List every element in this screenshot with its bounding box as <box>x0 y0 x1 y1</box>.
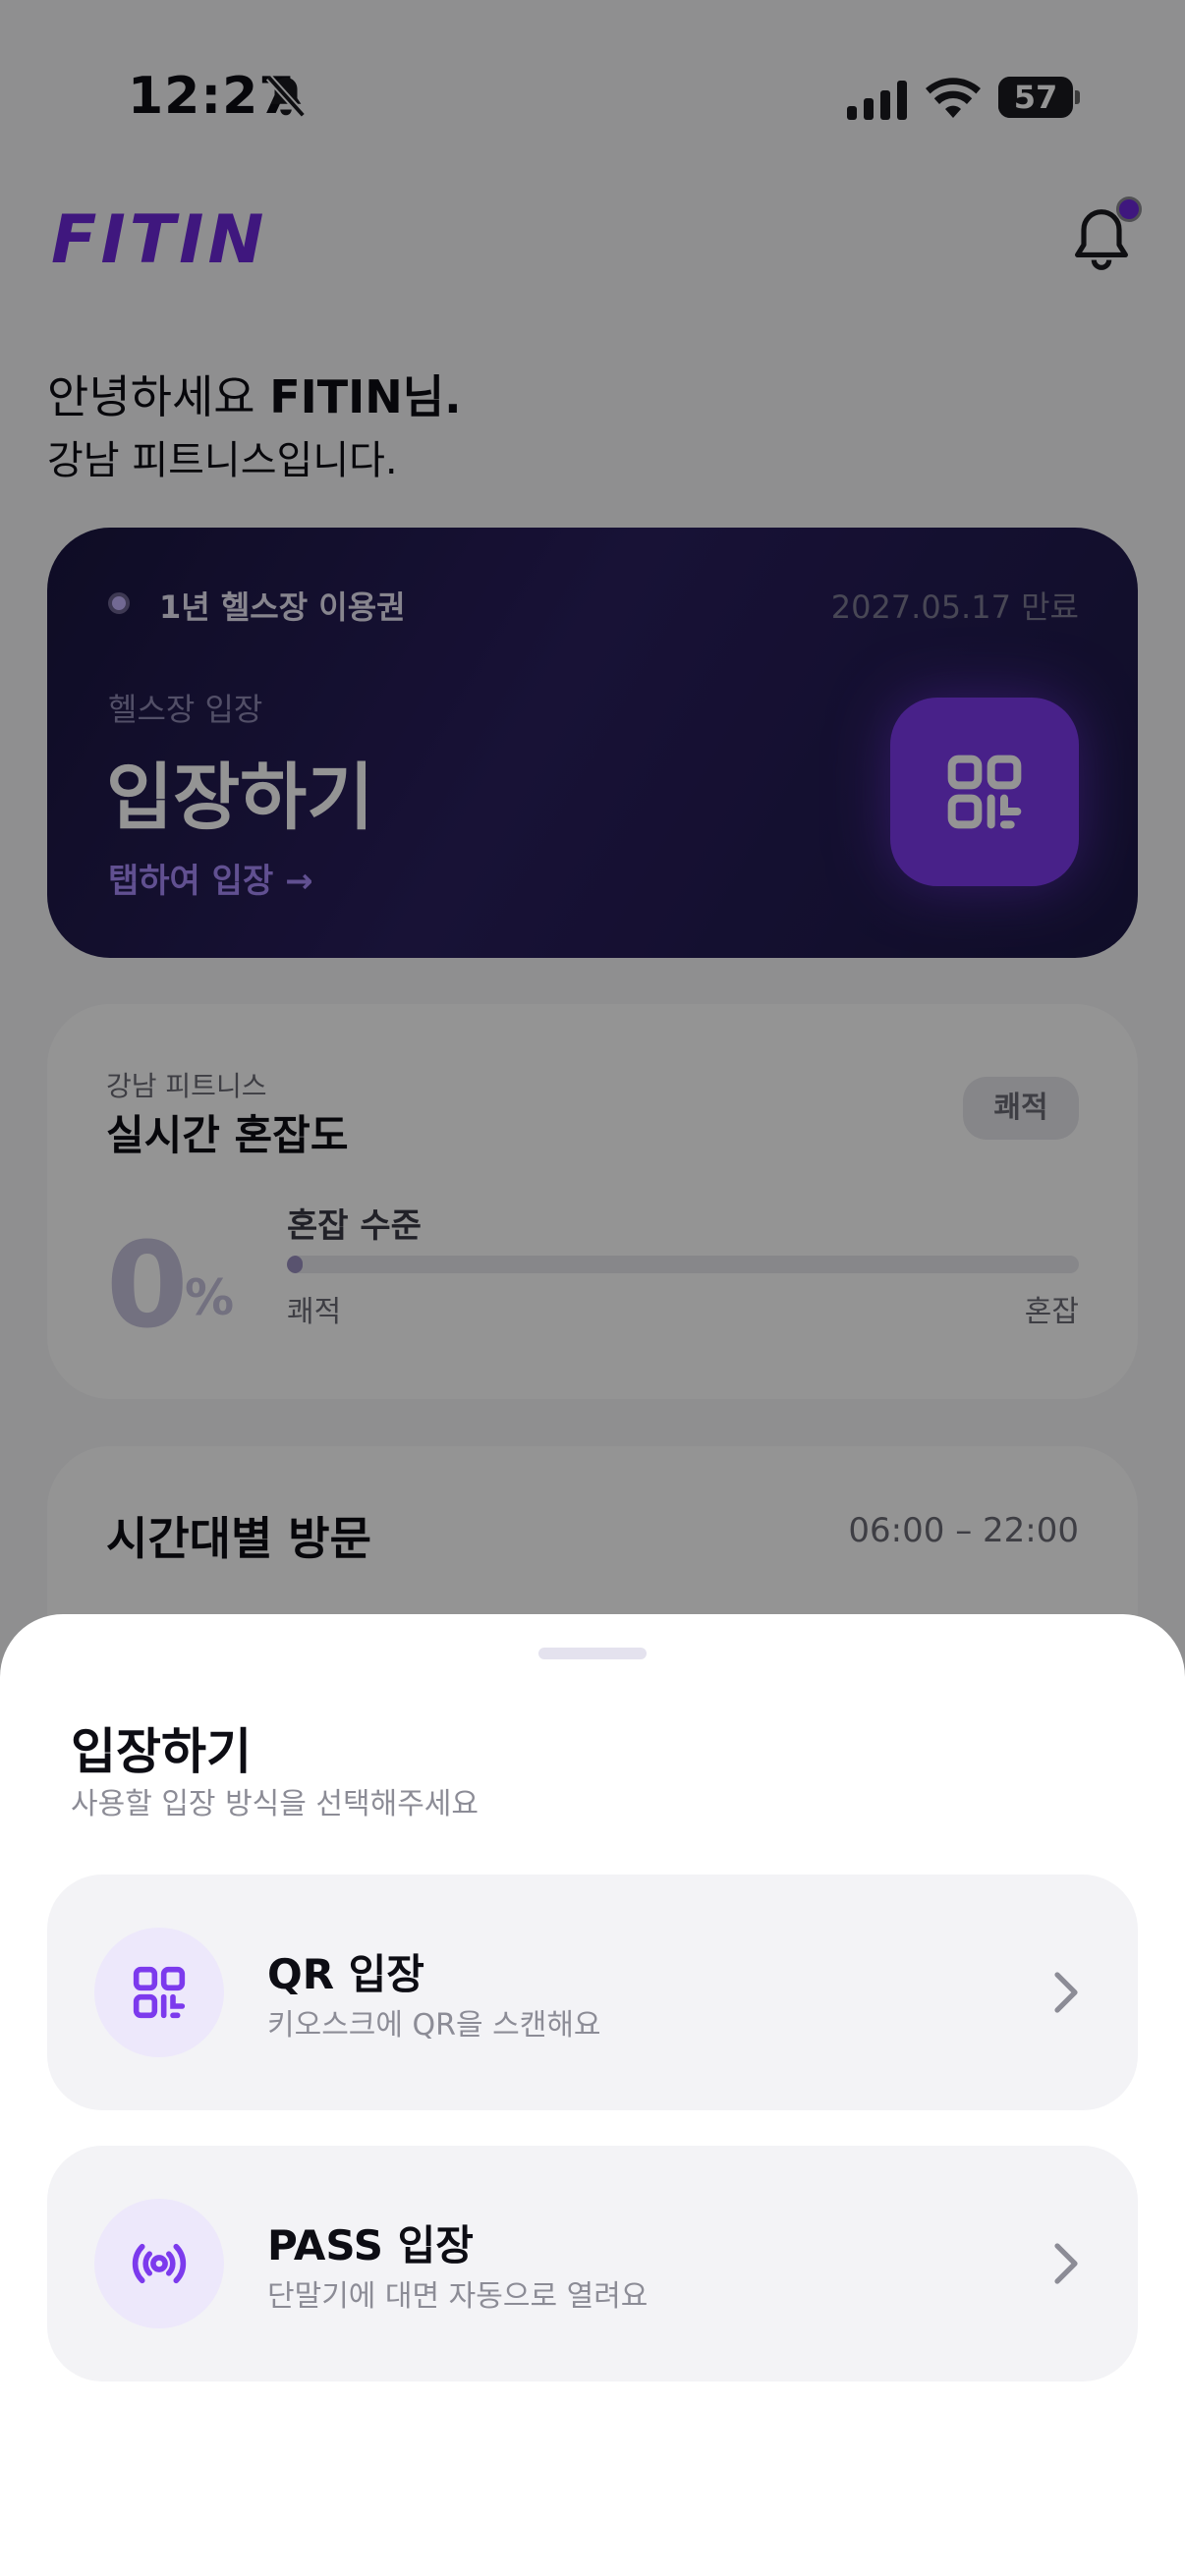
sheet-subtitle: 사용할 입장 방식을 선택해주세요 <box>71 1787 480 1821</box>
option-title: PASS 입장 <box>267 2221 474 2269</box>
broadcast-icon <box>132 2243 187 2284</box>
home-screen: 12:27 57 FITIN 안녕하세요 FITIN님. 강남 피트니스입니다.… <box>0 0 1185 2576</box>
option-icon-wrap <box>94 1928 224 2057</box>
sheet-drag-handle[interactable] <box>538 1648 647 1659</box>
option-description: 단말기에 대면 자동으로 열려요 <box>267 2279 649 2314</box>
sheet-title: 입장하기 <box>71 1723 252 1780</box>
chevron-right-icon <box>1054 1972 1078 2013</box>
qr-entry-option[interactable]: QR 입장 키오스크에 QR을 스캔해요 <box>47 1875 1138 2110</box>
qr-code-icon <box>133 1966 186 2019</box>
option-icon-wrap <box>94 2199 224 2328</box>
option-description: 키오스크에 QR을 스캔해요 <box>267 2008 601 2043</box>
chevron-right-icon <box>1054 2243 1078 2284</box>
pass-entry-option[interactable]: PASS 입장 단말기에 대면 자동으로 열려요 <box>47 2146 1138 2381</box>
option-title: QR 입장 <box>267 1950 424 1998</box>
entry-method-sheet: 입장하기 사용할 입장 방식을 선택해주세요 QR 입장 키오스크에 QR을 스… <box>0 1614 1185 2576</box>
